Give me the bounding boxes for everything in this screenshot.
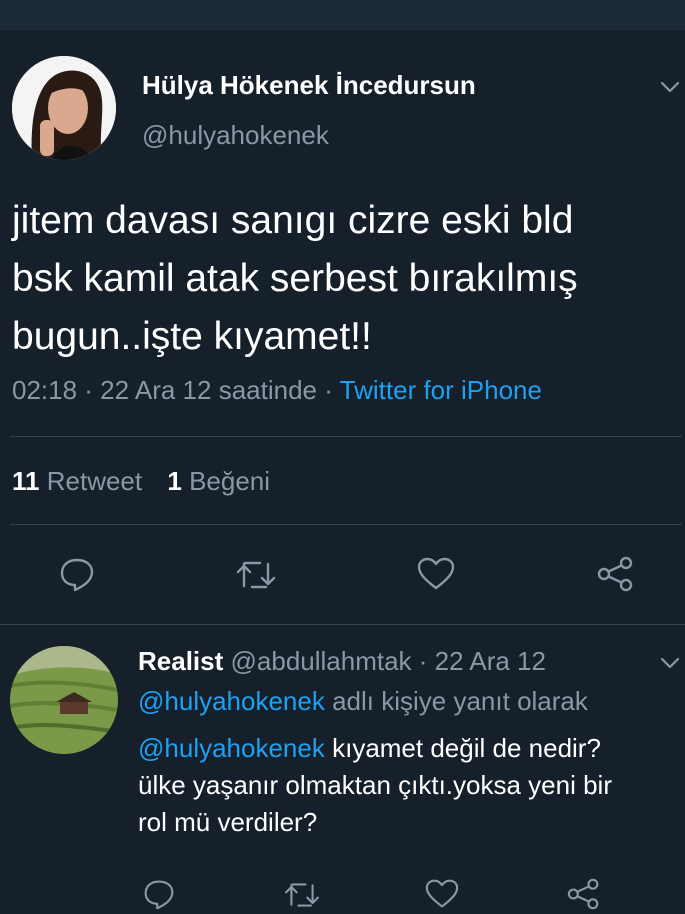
tweet-text-line: bugun..işte kıyamet!!: [12, 315, 372, 358]
divider: [10, 524, 682, 525]
share-icon[interactable]: [596, 556, 636, 592]
like-label: Beğeni: [189, 466, 271, 496]
retweet-stat[interactable]: 11 Retweet: [12, 466, 149, 496]
engagement-stats: 11 Retweet 1 Beğeni: [12, 466, 270, 497]
tweet-text-line: jitem davası sanıgı cizre eski bld: [12, 199, 574, 242]
reply-text-line: ülke yaşanır olmaktan çıktı.yoksa yeni b…: [138, 770, 612, 800]
tweet-meta: 02:18 · 22 Ara 12 saatinde · Twitter for…: [12, 375, 542, 406]
heart-icon[interactable]: [424, 878, 460, 910]
handle[interactable]: @hulyahokenek: [142, 120, 329, 151]
retweet-icon[interactable]: [234, 558, 278, 592]
reply-icon[interactable]: [142, 878, 176, 910]
retweet-label: Retweet: [46, 466, 143, 496]
replying-to: @hulyahokenek adlı kişiye yanıt olarak: [138, 686, 588, 717]
timestamp: 02:18 · 22 Ara 12 saatinde ·: [12, 375, 333, 405]
divider: [10, 436, 682, 437]
reply-chevron-down-icon[interactable]: [660, 656, 680, 670]
status-bar: [0, 0, 685, 30]
reply-header: Realist @abdullahmtak · 22 Ara 12: [138, 646, 546, 677]
reply-icon[interactable]: [58, 556, 96, 592]
reply-mention[interactable]: @hulyahokenek: [138, 733, 325, 763]
reply-meta: @abdullahmtak · 22 Ara 12: [230, 646, 546, 676]
like-count: 1: [167, 466, 182, 496]
avatar[interactable]: [12, 56, 116, 160]
reply-text-line: rol mü verdiler?: [138, 807, 318, 837]
tweet-text-line: bsk kamil atak serbest bırakılmış: [12, 257, 578, 300]
replying-to-label: adlı kişiye yanıt olarak: [332, 686, 588, 716]
section-divider: [0, 624, 685, 625]
reply-display-name[interactable]: Realist: [138, 646, 223, 676]
heart-icon[interactable]: [416, 556, 456, 592]
retweet-icon[interactable]: [282, 880, 322, 910]
share-icon[interactable]: [566, 878, 602, 910]
display-name[interactable]: Hülya Hökenek İncedursun: [142, 70, 476, 101]
reply-text-line: @hulyahokenek kıyamet değil de nedir?: [138, 730, 612, 767]
like-stat[interactable]: 1 Beğeni: [167, 466, 270, 496]
tweet-text: jitem davası sanıgı cizre eski bld bsk k…: [12, 192, 578, 366]
reply-avatar[interactable]: [10, 646, 118, 754]
reply-text: @hulyahokenek kıyamet değil de nedir? ül…: [138, 730, 612, 841]
source-link[interactable]: Twitter for iPhone: [340, 375, 542, 405]
reply-text-fragment: kıyamet değil de nedir?: [332, 733, 601, 763]
retweet-count: 11: [12, 466, 40, 496]
chevron-down-icon[interactable]: [660, 80, 680, 94]
replying-to-handle[interactable]: @hulyahokenek: [138, 686, 325, 716]
